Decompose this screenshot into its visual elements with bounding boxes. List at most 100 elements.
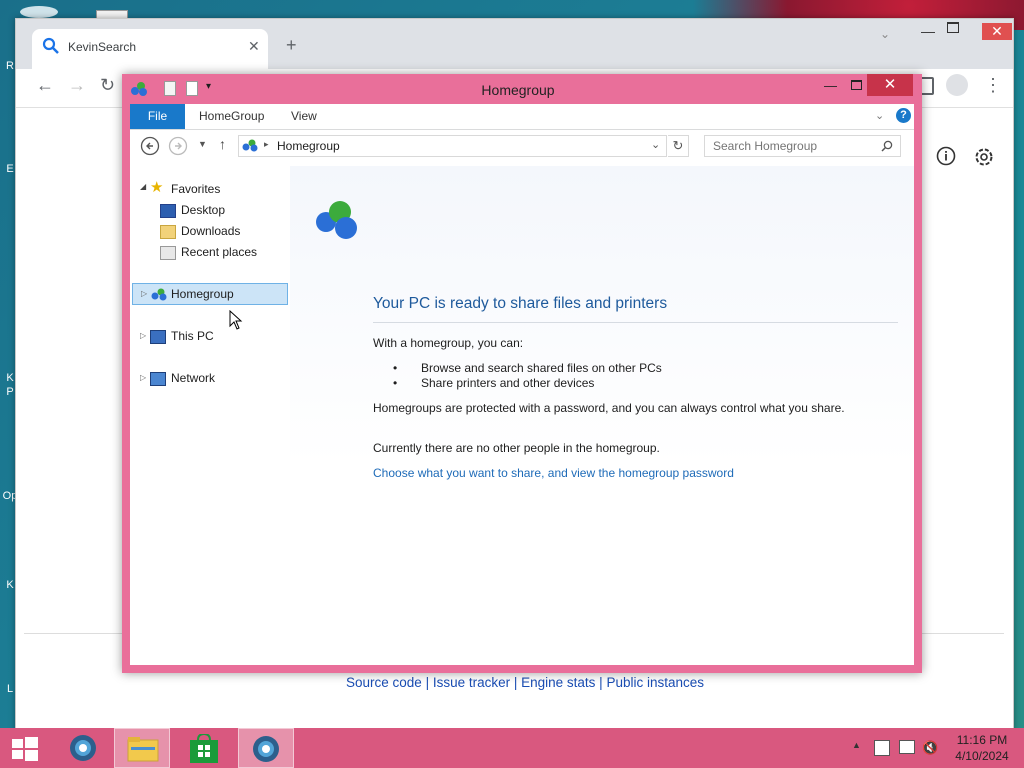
action-center-flag-icon[interactable] bbox=[874, 740, 890, 756]
nav-item-network[interactable]: ▷ Network bbox=[140, 368, 290, 388]
navigation-pane: ◢ ★ Favorites Desktop Downloads Recent p… bbox=[130, 166, 290, 665]
tab-title: KevinSearch bbox=[68, 40, 137, 54]
collapse-arrow-icon[interactable]: ◢ bbox=[140, 182, 146, 191]
engine-stats-link[interactable]: Engine stats bbox=[521, 675, 595, 690]
browser-app-icon bbox=[70, 735, 96, 761]
source-code-link[interactable]: Source code bbox=[346, 675, 422, 690]
clock-date[interactable]: 4/10/2024 bbox=[950, 749, 1014, 763]
ribbon: File HomeGroup View ⌄ ? bbox=[130, 104, 914, 130]
forward-icon[interactable] bbox=[168, 136, 188, 156]
store-icon bbox=[190, 734, 218, 763]
start-windows-icon[interactable] bbox=[12, 737, 38, 761]
browser-tab-bar: KevinSearch ✕ + ⌄ — ✕ bbox=[16, 19, 1013, 69]
taskbar: ▲ 🔇 11:16 PM 4/10/2024 bbox=[0, 728, 1024, 768]
taskbar-homegroup-button[interactable] bbox=[238, 728, 294, 768]
address-bar[interactable]: ▸ Homegroup ⌄ bbox=[238, 135, 667, 157]
homegroup-large-icon bbox=[316, 201, 357, 239]
bullet: • bbox=[393, 376, 398, 390]
refresh-icon[interactable]: ↻ bbox=[668, 135, 689, 157]
nav-item-this-pc[interactable]: ▷ This PC bbox=[140, 326, 290, 346]
chevron-down-icon[interactable]: ⌄ bbox=[880, 27, 890, 41]
explorer-body: File HomeGroup View ⌄ ? ▼ ↑ ▸ Homegroup … bbox=[130, 104, 914, 753]
expand-arrow-icon[interactable]: ▷ bbox=[141, 284, 147, 304]
profile-icon[interactable] bbox=[946, 74, 968, 96]
taskbar-store-button[interactable] bbox=[176, 728, 232, 768]
maximize-button[interactable] bbox=[947, 22, 959, 33]
explorer-titlebar[interactable]: ▾ Homegroup — ✕ bbox=[122, 74, 922, 104]
nav-item-label: Homegroup bbox=[171, 287, 234, 301]
taskbar-file-explorer-button[interactable] bbox=[114, 728, 170, 768]
window-title: Homegroup bbox=[481, 82, 555, 98]
address-bar-row: ▼ ↑ ▸ Homegroup ⌄ ↻ bbox=[130, 130, 914, 164]
tab-view[interactable]: View bbox=[291, 104, 317, 129]
nav-item-label: This PC bbox=[171, 329, 214, 343]
clock-time[interactable]: 11:16 PM bbox=[950, 733, 1014, 747]
new-tab-button[interactable]: + bbox=[286, 35, 297, 56]
separator: | bbox=[595, 675, 607, 690]
nav-item-homegroup[interactable]: ▷ Homegroup bbox=[132, 283, 288, 305]
back-icon[interactable] bbox=[140, 136, 160, 156]
expand-ribbon-icon[interactable]: ⌄ bbox=[875, 109, 884, 122]
show-hidden-icons-icon[interactable]: ▲ bbox=[852, 740, 861, 750]
nav-item-downloads[interactable]: Downloads bbox=[160, 221, 290, 241]
help-icon[interactable]: ? bbox=[896, 108, 911, 123]
no-people-text: Currently there are no other people in t… bbox=[373, 441, 660, 455]
search-icon[interactable] bbox=[881, 140, 893, 152]
nav-item-recent-places[interactable]: Recent places bbox=[160, 242, 290, 262]
bullet-text: Share printers and other devices bbox=[421, 376, 595, 390]
nav-item-label: Recent places bbox=[181, 245, 258, 259]
close-tab-button[interactable]: ✕ bbox=[248, 38, 260, 55]
homegroup-icon bbox=[151, 288, 167, 301]
expand-arrow-icon[interactable]: ▷ bbox=[140, 368, 146, 388]
folder-icon bbox=[127, 737, 159, 762]
close-window-button[interactable]: ✕ bbox=[982, 23, 1012, 40]
issue-tracker-link[interactable]: Issue tracker bbox=[433, 675, 510, 690]
nav-item-desktop[interactable]: Desktop bbox=[160, 200, 290, 220]
browser-tab[interactable]: KevinSearch ✕ bbox=[32, 29, 268, 69]
maximize-button[interactable] bbox=[851, 80, 862, 90]
explorer-window: ▾ Homegroup — ✕ File HomeGroup View ⌄ ? … bbox=[122, 74, 922, 753]
heading-divider bbox=[373, 322, 898, 323]
computer-icon bbox=[150, 330, 166, 344]
star-icon: ★ bbox=[150, 179, 164, 196]
separator: | bbox=[421, 675, 433, 690]
desktop-icon bbox=[160, 204, 176, 218]
reload-icon[interactable]: ↻ bbox=[100, 75, 115, 96]
recent-locations-icon[interactable]: ▼ bbox=[198, 139, 207, 149]
minimize-button[interactable]: — bbox=[824, 78, 837, 93]
info-icon[interactable] bbox=[936, 146, 956, 166]
expand-arrow-icon[interactable]: ▷ bbox=[140, 326, 146, 346]
nav-item-label: Desktop bbox=[181, 203, 226, 217]
content-pane: Your PC is ready to share files and prin… bbox=[290, 166, 914, 753]
protected-text: Homegroups are protected with a password… bbox=[373, 401, 845, 415]
nav-item-label: Network bbox=[171, 371, 216, 385]
taskbar-browser-button[interactable] bbox=[56, 728, 112, 768]
mouse-cursor-icon bbox=[229, 310, 243, 330]
separator: | bbox=[510, 675, 522, 690]
homegroup-icon bbox=[242, 139, 258, 152]
bullet: • bbox=[393, 361, 398, 375]
search-box bbox=[704, 135, 901, 157]
downloads-icon bbox=[160, 225, 176, 239]
address-dropdown-icon[interactable]: ⌄ bbox=[651, 138, 660, 151]
network-icon bbox=[150, 372, 166, 386]
tab-file[interactable]: File bbox=[130, 104, 185, 129]
recycle-bin-icon[interactable] bbox=[20, 6, 58, 18]
breadcrumb-arrow-icon[interactable]: ▸ bbox=[264, 139, 269, 150]
network-status-icon[interactable] bbox=[899, 740, 915, 754]
volume-muted-icon[interactable]: 🔇 bbox=[922, 740, 938, 756]
public-instances-link[interactable]: Public instances bbox=[606, 675, 704, 690]
gear-icon[interactable] bbox=[973, 146, 995, 168]
menu-icon[interactable]: ⋮ bbox=[984, 75, 1002, 96]
forward-icon[interactable]: → bbox=[68, 75, 86, 96]
up-icon[interactable]: ↑ bbox=[219, 136, 226, 152]
minimize-button[interactable]: — bbox=[921, 23, 935, 39]
nav-item-label: Downloads bbox=[181, 224, 241, 238]
nav-item-label: Favorites bbox=[171, 182, 221, 196]
nav-item-favorites[interactable]: ★ Favorites bbox=[150, 179, 290, 199]
back-icon[interactable]: ← bbox=[36, 75, 54, 96]
search-input[interactable] bbox=[705, 136, 883, 156]
tab-homegroup[interactable]: HomeGroup bbox=[199, 104, 264, 129]
share-settings-link[interactable]: Choose what you want to share, and view … bbox=[373, 466, 734, 480]
close-button[interactable]: ✕ bbox=[867, 74, 913, 96]
